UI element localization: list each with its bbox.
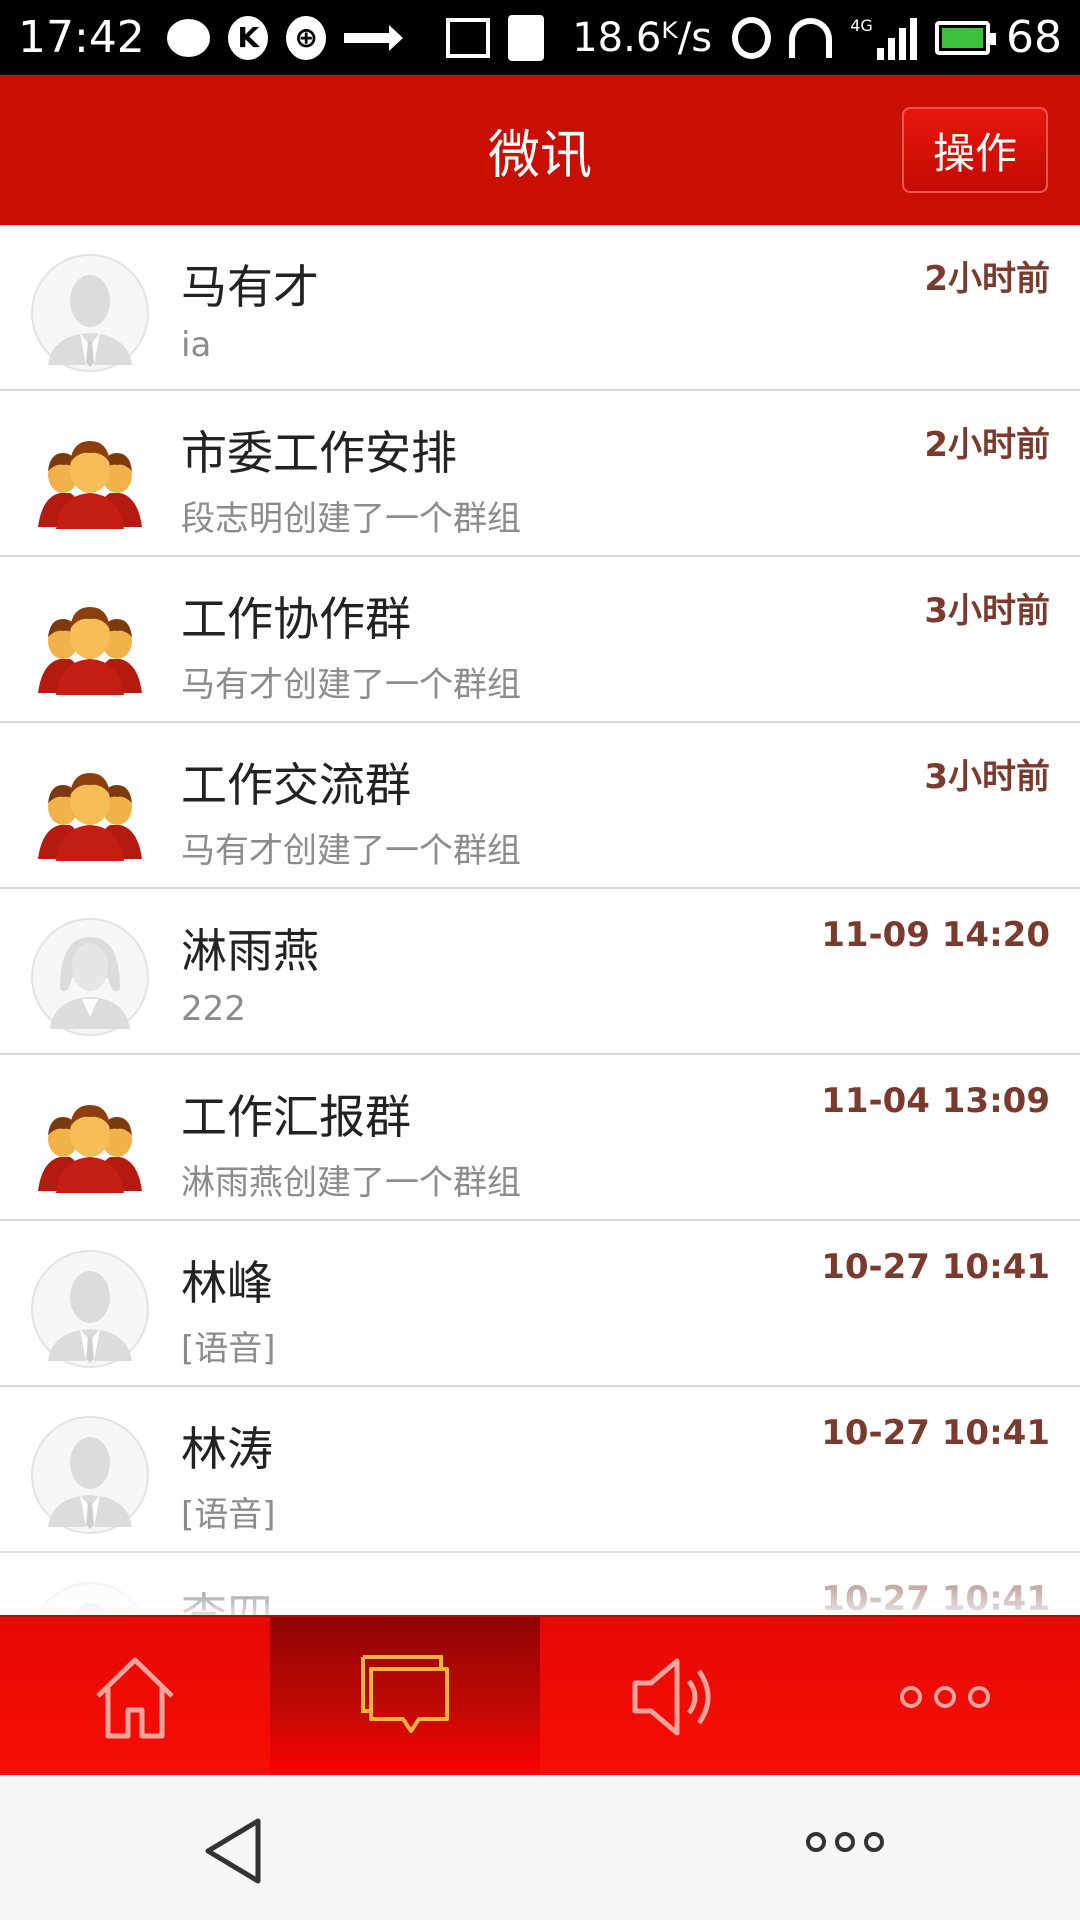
message-preview: 淋雨燕创建了一个群组 [181, 1163, 521, 1203]
k-app-icon: K [228, 15, 269, 60]
status-bar: 17:42 K ⊕ 18.6ᴷ/s 4G 68 [0, 0, 1080, 75]
conversation-name: 市委工作安排 [181, 426, 457, 480]
conversation-item[interactable]: 工作交流群马有才创建了一个群组 3小时前 [0, 723, 1080, 889]
message-preview: 马有才创建了一个群组 [181, 665, 521, 705]
male-avatar-icon [30, 1415, 150, 1535]
message-preview: [语音] [181, 1329, 276, 1369]
more-dots-icon [899, 1682, 991, 1712]
page-title: 微讯 [487, 125, 592, 186]
conversation-item[interactable]: 林涛 [语音] 10-27 10:41 [0, 1387, 1080, 1553]
sd-card-icon [507, 14, 545, 61]
group-avatar-icon [30, 419, 150, 539]
network-type: 4G [850, 15, 873, 35]
home-icon [90, 1654, 180, 1740]
group-avatar-icon [30, 585, 150, 705]
message-timestamp: 2小时前 [924, 425, 1050, 465]
conversation-name: 工作协作群 [181, 592, 411, 646]
usb-icon [344, 24, 403, 51]
tab-more[interactable] [810, 1617, 1080, 1777]
female-avatar-icon [30, 917, 150, 1037]
battery-icon [934, 20, 997, 55]
conversation-name: 工作汇报群 [181, 1090, 411, 1144]
tab-broadcast[interactable] [540, 1617, 810, 1777]
system-navigation-bar [0, 1775, 1080, 1920]
battery-level: 68 [1006, 12, 1062, 63]
conversation-item[interactable]: 林峰 [语音] 10-27 10:41 [0, 1221, 1080, 1387]
speaker-icon [629, 1653, 721, 1741]
conversation-item[interactable]: 淋雨燕 222 11-09 14:20 [0, 889, 1080, 1055]
conversation-name: 李四 [181, 1588, 273, 1615]
group-avatar-icon [30, 751, 150, 871]
conversation-list: 马有才 ia 2小时前 市委工作安排段志明创建了一个群组 2小时前 工作协作群马有才创… [0, 225, 1080, 1615]
signal-icon: 4G [850, 16, 917, 60]
bottom-navigation [0, 1615, 1080, 1777]
conversation-item[interactable]: 工作汇报群淋雨燕创建了一个群组 11-04 13:09 [0, 1055, 1080, 1221]
message-notification-icon [166, 18, 211, 57]
message-timestamp: 10-27 10:41 [821, 1247, 1050, 1287]
clock: 17:42 [18, 12, 145, 63]
message-timestamp: 10-27 10:41 [821, 1413, 1050, 1453]
conversation-item[interactable]: 马有才 ia 2小时前 [0, 225, 1080, 391]
conversation-name: 马有才 [181, 260, 319, 314]
conversation-name: 林涛 [181, 1422, 273, 1476]
conversation-name: 林峰 [181, 1256, 273, 1310]
tab-home[interactable] [0, 1617, 270, 1777]
message-timestamp: 10-27 10:41 [821, 1579, 1050, 1615]
sync-icon: ⊕ [286, 15, 327, 60]
message-preview: ia [181, 325, 212, 365]
group-avatar-icon [30, 1083, 150, 1203]
message-preview: 段志明创建了一个群组 [181, 499, 521, 539]
conversation-item[interactable]: 李四 10-27 10:41 [0, 1553, 1080, 1615]
alarm-icon [732, 16, 772, 59]
system-menu-icon[interactable] [805, 1830, 885, 1858]
chat-icon [357, 1653, 453, 1741]
male-avatar-icon [30, 1581, 150, 1615]
network-speed: 18.6ᴷ/s [572, 14, 713, 61]
back-icon[interactable] [200, 1815, 266, 1891]
message-timestamp: 11-04 13:09 [821, 1081, 1050, 1121]
image-icon [445, 17, 490, 58]
message-timestamp: 11-09 14:20 [821, 915, 1050, 955]
action-button[interactable]: 操作 [902, 107, 1048, 193]
message-preview: 222 [181, 989, 246, 1029]
tab-messages[interactable] [270, 1617, 540, 1777]
message-preview: 马有才创建了一个群组 [181, 831, 521, 871]
message-timestamp: 3小时前 [924, 757, 1050, 797]
conversation-item[interactable]: 市委工作安排段志明创建了一个群组 2小时前 [0, 391, 1080, 557]
title-bar: 微讯 操作 [0, 75, 1080, 225]
male-avatar-icon [30, 1249, 150, 1369]
conversation-item[interactable]: 工作协作群马有才创建了一个群组 3小时前 [0, 557, 1080, 723]
wifi-icon [789, 17, 833, 58]
conversation-name: 工作交流群 [181, 758, 411, 812]
male-avatar-icon [30, 253, 150, 373]
message-timestamp: 3小时前 [924, 591, 1050, 631]
message-preview: [语音] [181, 1495, 276, 1535]
message-timestamp: 2小时前 [924, 259, 1050, 299]
conversation-name: 淋雨燕 [181, 924, 319, 978]
